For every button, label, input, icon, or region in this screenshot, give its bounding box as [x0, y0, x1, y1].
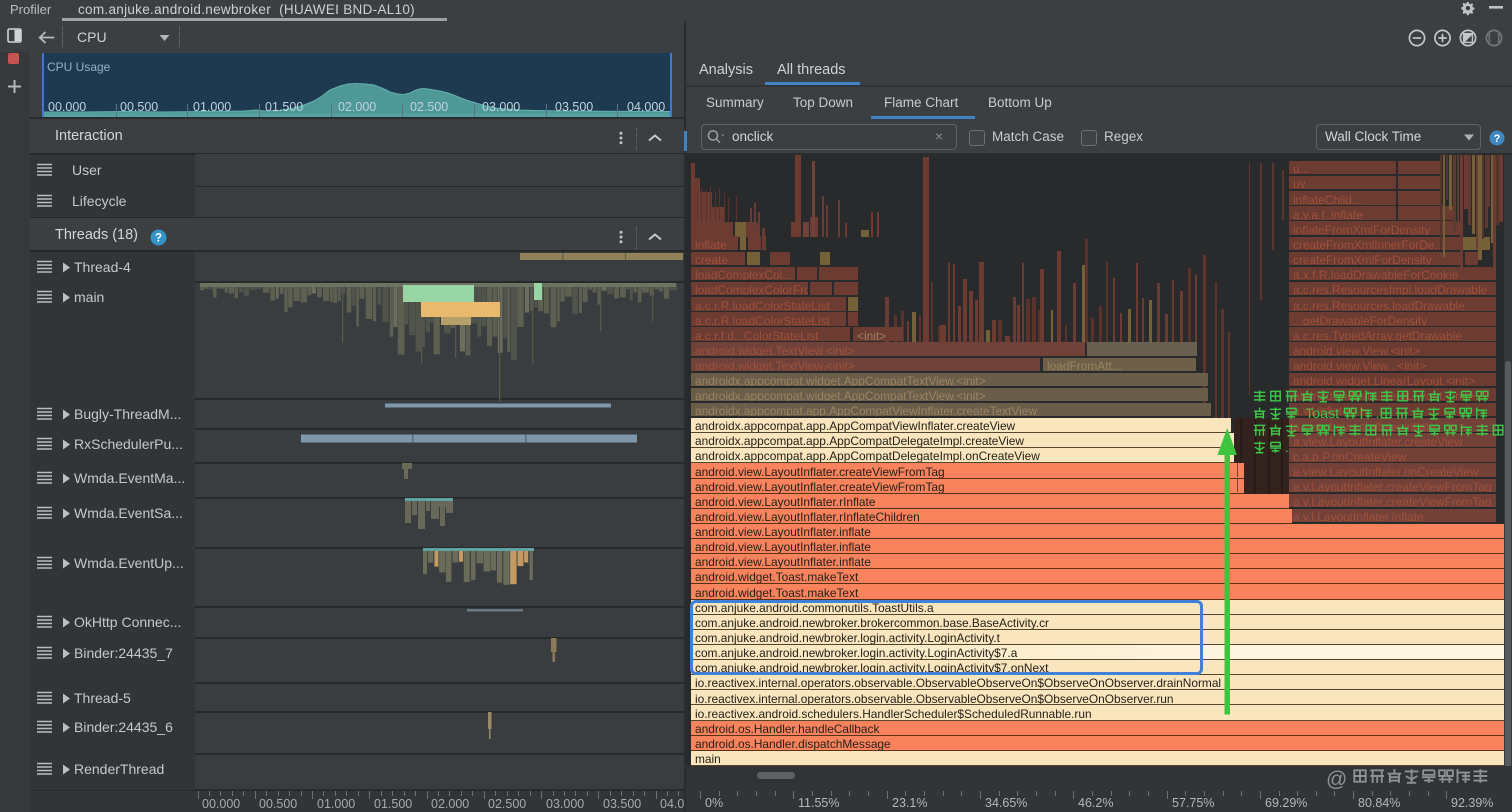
svg-text:@: @	[1326, 768, 1347, 791]
svg-text:?: ?	[1494, 133, 1501, 145]
svg-text:.: .	[1285, 440, 1289, 456]
svg-text:Toast: Toast	[1305, 406, 1339, 422]
svg-text:?: ?	[155, 233, 162, 245]
svg-text:.: .	[1376, 406, 1380, 422]
